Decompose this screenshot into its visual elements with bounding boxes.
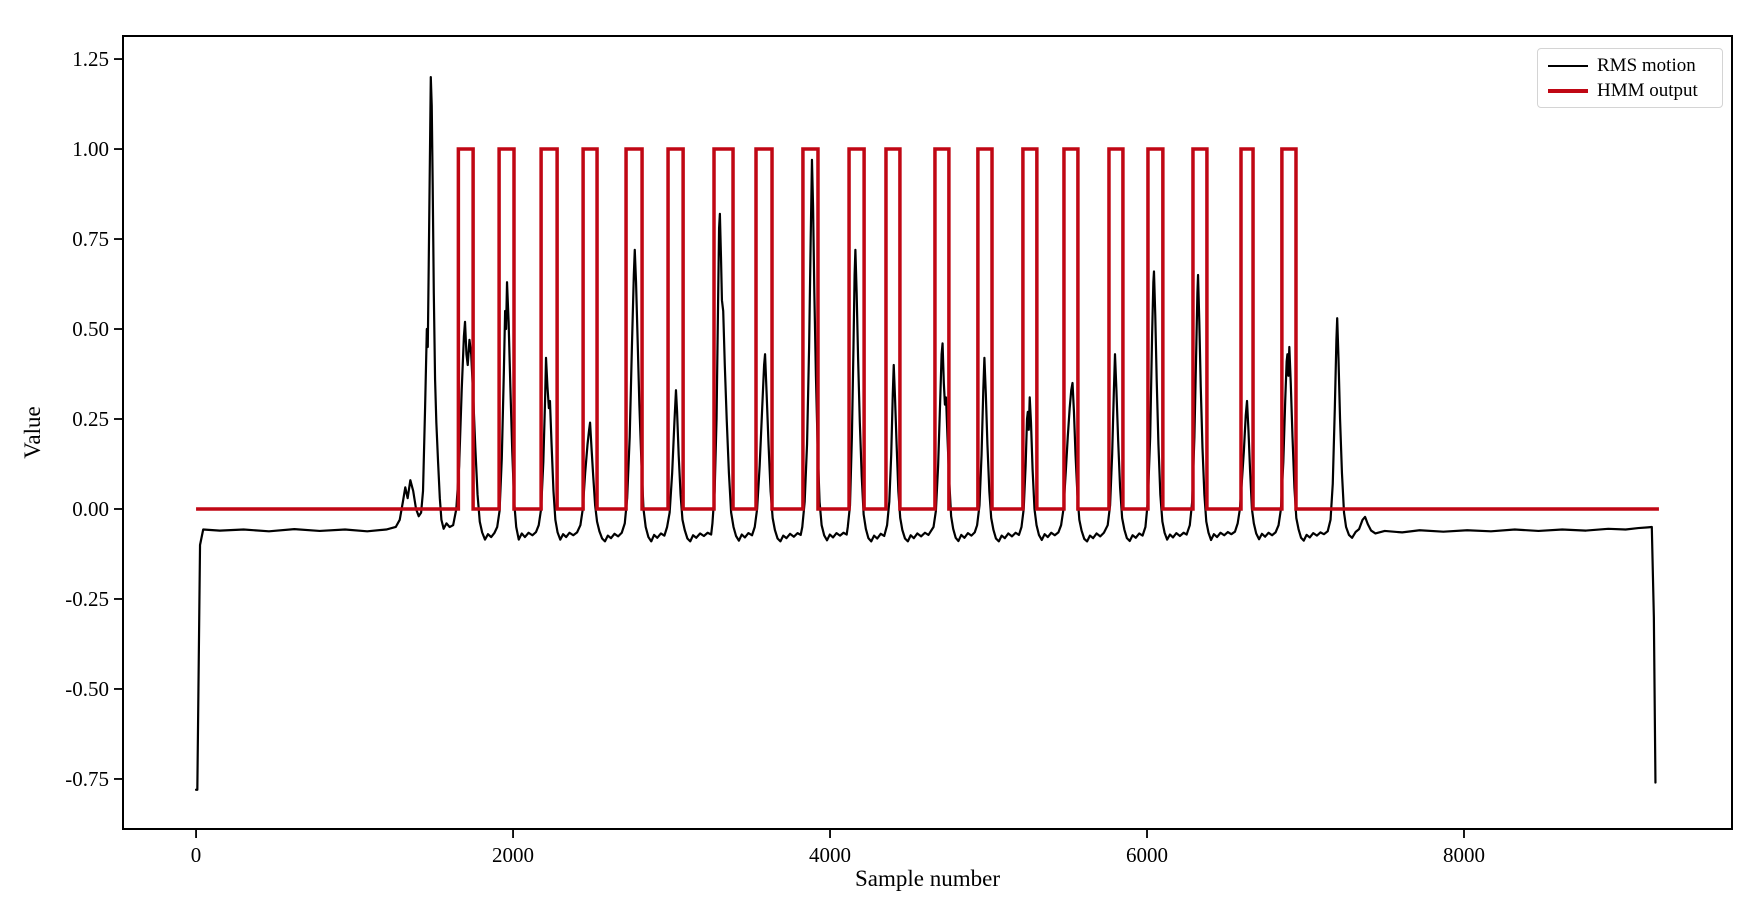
x-tick-label: 2000	[492, 843, 534, 867]
x-axis-label: Sample number	[855, 866, 1000, 891]
y-tick-label: 0.50	[72, 317, 109, 341]
y-tick-label: 1.00	[72, 137, 109, 161]
legend-entry-rms-motion: RMS motion	[1548, 56, 1712, 75]
chart-canvas: 0 2000 4000 6000 8000 1.25 1.00 0.75 0.50 0.25 0.0…	[0, 0, 1761, 922]
y-axis-label: Value	[20, 406, 45, 458]
x-tick-label: 0	[191, 843, 202, 867]
rms-motion-line	[196, 77, 1655, 790]
legend-label-rms-motion: RMS motion	[1597, 56, 1696, 75]
y-tick-label: -0.75	[65, 767, 109, 791]
hmm-output-line-swatch	[1548, 89, 1588, 93]
y-axis: 1.25 1.00 0.75 0.50 0.25 0.00 -0.25 -0.50 -0.75	[65, 47, 123, 791]
x-axis: 0 2000 4000 6000 8000	[191, 829, 1485, 867]
x-tick-label: 6000	[1126, 843, 1168, 867]
y-tick-label: 0.75	[72, 227, 109, 251]
legend-entry-hmm-output: HMM output	[1548, 81, 1712, 100]
rms-motion-line-swatch	[1548, 65, 1588, 67]
y-tick-label: 0.25	[72, 407, 109, 431]
y-tick-label: -0.25	[65, 587, 109, 611]
y-tick-label: -0.50	[65, 677, 109, 701]
x-tick-label: 4000	[809, 843, 851, 867]
x-tick-label: 8000	[1443, 843, 1485, 867]
legend-label-hmm-output: HMM output	[1597, 81, 1698, 100]
figure: 0 2000 4000 6000 8000 1.25 1.00 0.75 0.50 0.25 0.0…	[0, 0, 1761, 922]
plot-border	[123, 36, 1732, 829]
y-tick-label: 0.00	[72, 497, 109, 521]
y-tick-label: 1.25	[72, 47, 109, 71]
legend: RMS motion HMM output	[1537, 48, 1723, 108]
hmm-output-line	[196, 149, 1659, 509]
